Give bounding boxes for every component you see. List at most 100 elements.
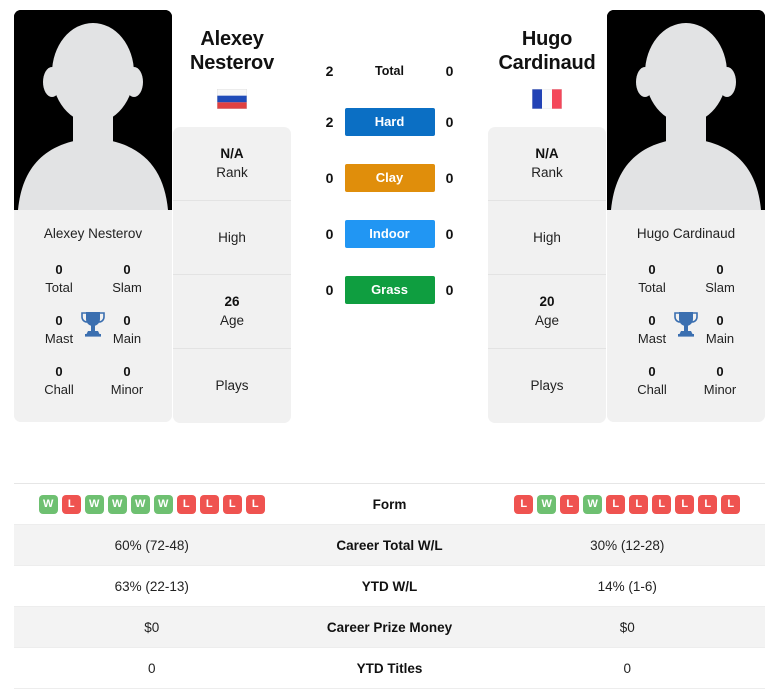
right-player-name-line1: Hugo — [521, 28, 573, 50]
player-comparison-page: Alexey Nesterov 0 Total 0 Slam 0 Mast 0 … — [0, 0, 779, 699]
form-badge-win[interactable]: W — [583, 494, 603, 514]
form-badge-loss[interactable]: L — [606, 494, 626, 514]
form-badge-loss[interactable]: L — [698, 494, 718, 514]
stat-right-value: 14% (1-6) — [597, 578, 657, 594]
title-total-value: 0 — [648, 262, 656, 277]
info-plays-label: Plays — [530, 378, 564, 394]
h2h-clay-right: 0 — [445, 170, 454, 186]
title-minor-label: Minor — [110, 381, 144, 397]
info-rank: N/A Rank — [173, 127, 291, 202]
info-high: High — [173, 201, 291, 276]
form-badge-loss[interactable]: L — [652, 494, 672, 514]
trophy-icon — [673, 310, 699, 338]
right-player-photo — [607, 10, 765, 210]
right-player-name-line2: Cardinaud — [498, 51, 596, 74]
title-minor: 0 Minor — [691, 363, 749, 398]
h2h-hard-left: 2 — [325, 114, 334, 130]
stat-row-label: YTD Titles — [356, 660, 423, 676]
h2h-total-label: Total — [375, 64, 404, 78]
info-age: 26 Age — [173, 275, 291, 350]
titles-row-2: 0 Mast 0 Main — [613, 306, 759, 357]
info-age: 20 Age — [488, 275, 606, 350]
right-player-photo-card[interactable]: Hugo Cardinaud 0 Total 0 Slam 0 Mast 0 M… — [607, 10, 765, 423]
title-chall: 0 Chall — [623, 363, 681, 398]
title-main-label: Main — [705, 330, 735, 346]
h2h-clay-left: 0 — [325, 170, 334, 186]
form-badge-loss[interactable]: L — [245, 494, 265, 514]
left-player-photo-name: Alexey Nesterov — [14, 210, 172, 255]
surface-badge-clay[interactable]: Clay — [344, 164, 435, 192]
h2h-row-grass: 0 Grass 0 — [315, 276, 465, 304]
titles-row-1: 0 Total 0 Slam — [20, 255, 166, 306]
form-badge-win[interactable]: W — [107, 494, 127, 514]
table-row: $0 Career Prize Money $0 — [14, 607, 765, 648]
left-player-info-card[interactable]: N/A Rank High 26 Age Plays — [173, 127, 291, 424]
title-minor-value: 0 — [716, 364, 724, 380]
form-badge-win[interactable]: W — [153, 494, 173, 514]
form-badge-loss[interactable]: L — [61, 494, 81, 514]
left-player-name: Alexey Nesterov — [190, 28, 274, 75]
surface-badge-hard[interactable]: Hard — [344, 108, 435, 136]
h2h-grass-mid: Grass — [344, 276, 435, 304]
stat-row-label: Career Prize Money — [326, 619, 453, 635]
left-player-photo — [14, 10, 172, 210]
title-chall-value: 0 — [648, 364, 656, 380]
title-chall-label: Chall — [637, 381, 667, 397]
form-badge-win[interactable]: W — [537, 494, 557, 514]
form-badge-win[interactable]: W — [38, 494, 58, 514]
table-row: 0 YTD Titles 0 — [14, 648, 765, 689]
titles-row-3: 0 Chall 0 Minor — [613, 357, 759, 408]
h2h-clay-mid: Clay — [344, 164, 435, 192]
trophy-cup-icon — [674, 312, 698, 337]
form-badge-win[interactable]: W — [130, 494, 150, 514]
h2h-indoor-right: 0 — [445, 226, 454, 242]
title-chall-label: Chall — [44, 381, 74, 397]
title-minor: 0 Minor — [98, 363, 156, 398]
surface-badge-grass[interactable]: Grass — [344, 276, 435, 304]
stat-left-value: 60% (72-48) — [114, 537, 189, 553]
surface-badge-indoor[interactable]: Indoor — [344, 220, 435, 248]
title-chall: 0 Chall — [30, 363, 88, 398]
form-badge-loss[interactable]: L — [222, 494, 242, 514]
form-badge-loss[interactable]: L — [721, 494, 741, 514]
right-player-name: Hugo Cardinaud — [498, 28, 595, 75]
form-badge-loss[interactable]: L — [514, 494, 534, 514]
stat-right-value: 0 — [623, 660, 631, 676]
h2h-hard-right: 0 — [445, 114, 454, 130]
table-row-form: WLWWWWLLLL Form LWLWLLLLLL — [14, 484, 765, 525]
title-slam: 0 Slam — [691, 261, 749, 296]
info-plays: Plays — [173, 349, 291, 423]
table-row: 60% (72-48) Career Total W/L 30% (12-28) — [14, 525, 765, 566]
h2h-hard-mid: Hard — [344, 108, 435, 136]
form-badge-loss[interactable]: L — [199, 494, 219, 514]
title-total-value: 0 — [55, 262, 63, 277]
form-badge-loss[interactable]: L — [560, 494, 580, 514]
info-age-value: 26 — [224, 294, 240, 310]
h2h-indoor-left: 0 — [325, 226, 334, 242]
comparison-header: Alexey Nesterov 0 Total 0 Slam 0 Mast 0 … — [0, 0, 779, 475]
russia-flag-icon — [217, 89, 247, 110]
info-high-label: High — [533, 229, 561, 245]
right-player-photo-name: Hugo Cardinaud — [607, 210, 765, 255]
stat-left-value: 63% (22-13) — [114, 578, 189, 594]
h2h-row-total: 2 Total 0 — [315, 62, 465, 80]
info-rank-value: N/A — [535, 146, 559, 162]
form-badge-loss[interactable]: L — [629, 494, 649, 514]
title-minor-value: 0 — [123, 364, 131, 380]
right-player-column: Hugo Cardinaud N/A Rank High 20 Age Play… — [487, 10, 607, 424]
france-flag-icon — [532, 89, 562, 110]
title-total-label: Total — [638, 279, 666, 295]
title-main-value: 0 — [123, 313, 131, 329]
form-badge-win[interactable]: W — [84, 494, 104, 514]
title-minor-label: Minor — [703, 381, 737, 397]
info-rank-value: N/A — [220, 146, 244, 162]
title-slam-value: 0 — [716, 262, 724, 277]
right-player-info-card[interactable]: N/A Rank High 20 Age Plays — [488, 127, 606, 424]
info-rank: N/A Rank — [488, 127, 606, 202]
h2h-row-clay: 0 Clay 0 — [315, 164, 465, 192]
info-rank-label: Rank — [216, 164, 248, 180]
form-right: LWLWLLLLLL — [490, 494, 766, 514]
form-badge-loss[interactable]: L — [675, 494, 695, 514]
form-badge-loss[interactable]: L — [176, 494, 196, 514]
left-player-photo-card[interactable]: Alexey Nesterov 0 Total 0 Slam 0 Mast 0 … — [14, 10, 172, 423]
